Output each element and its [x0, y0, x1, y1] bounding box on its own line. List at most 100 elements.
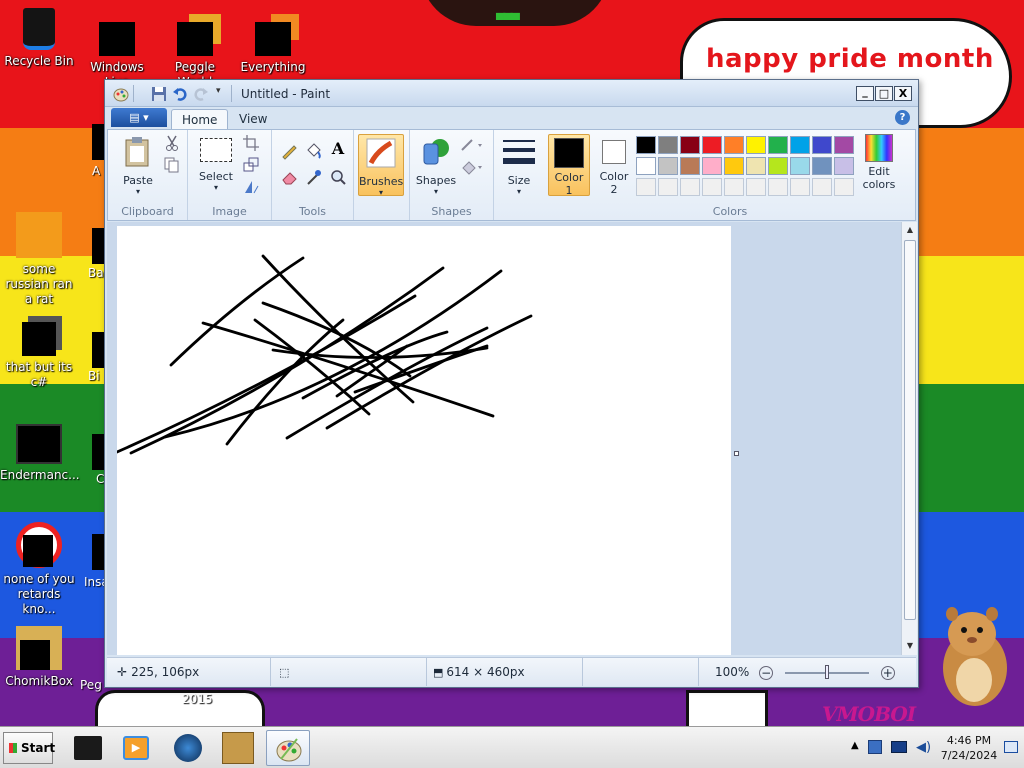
palette-swatch[interactable]: [812, 178, 832, 196]
cut-icon[interactable]: [162, 134, 182, 152]
palette-swatch[interactable]: [702, 157, 722, 175]
magnifier-icon[interactable]: [328, 168, 348, 186]
shapes-button[interactable]: Shapes ▾: [414, 136, 458, 196]
palette-swatch[interactable]: [724, 136, 744, 154]
drawing-canvas[interactable]: [117, 226, 731, 655]
ribbon-tabs: ▤ ▾ Home View ?: [105, 107, 918, 130]
palette-swatch[interactable]: [680, 136, 700, 154]
save-icon[interactable]: [151, 86, 167, 102]
palette-swatch[interactable]: [746, 157, 766, 175]
color2-button[interactable]: Color 2: [594, 137, 634, 196]
clipboard-group-label: Clipboard: [121, 205, 174, 218]
palette-swatch[interactable]: [636, 178, 656, 196]
palette-swatch[interactable]: [702, 178, 722, 196]
palette-swatch[interactable]: [812, 157, 832, 175]
taskbar-app-chomikbox[interactable]: [218, 730, 258, 766]
zoom-slider[interactable]: [784, 664, 869, 679]
palette-swatch[interactable]: [680, 157, 700, 175]
eraser-icon[interactable]: [280, 168, 300, 186]
taskbar-app-terminal[interactable]: [68, 730, 108, 766]
desktop-icon-none-of-you[interactable]: none of you retards kno...: [0, 522, 78, 617]
desktop-icon-russian-rat[interactable]: some russian ran a rat: [0, 212, 78, 307]
palette-swatch[interactable]: [768, 157, 788, 175]
fill-icon[interactable]: [460, 158, 486, 176]
redo-icon[interactable]: [193, 86, 209, 102]
text-tool-icon[interactable]: A: [328, 140, 348, 158]
palette-swatch[interactable]: [636, 136, 656, 154]
close-button[interactable]: X: [894, 86, 912, 101]
edit-colors-button[interactable]: Edit colors: [858, 134, 900, 191]
tab-view[interactable]: View: [229, 109, 277, 130]
scroll-up-icon[interactable]: ▲: [902, 222, 918, 238]
palette-swatch[interactable]: [790, 157, 810, 175]
palette-swatch[interactable]: [658, 136, 678, 154]
palette-swatch[interactable]: [768, 136, 788, 154]
minimize-button[interactable]: _: [856, 86, 874, 101]
vertical-scrollbar[interactable]: ▲ ▼: [901, 222, 917, 655]
paint-menu-button[interactable]: ▤ ▾: [111, 108, 167, 127]
monitor-icon[interactable]: [891, 741, 907, 753]
palette-swatch[interactable]: [834, 157, 854, 175]
palette-swatch[interactable]: [768, 178, 788, 196]
select-button[interactable]: Select ▾: [194, 138, 238, 192]
fill-bucket-icon[interactable]: [304, 142, 324, 160]
palette-swatch[interactable]: [834, 136, 854, 154]
pencil-icon[interactable]: [280, 142, 300, 160]
help-icon[interactable]: ?: [895, 110, 910, 125]
desktop-icon-endermanch[interactable]: Endermanc...: [0, 424, 80, 483]
size-group: Size ▾: [494, 130, 544, 220]
taskbar-app-media[interactable]: ▶: [116, 730, 156, 766]
palette-swatch[interactable]: [636, 157, 656, 175]
outline-icon[interactable]: [460, 136, 486, 154]
desktop-icon-peggle-world[interactable]: Peggle World: [156, 8, 234, 90]
show-hidden-icons-icon[interactable]: ▲: [851, 740, 859, 751]
color-picker-icon[interactable]: [304, 168, 324, 186]
start-button[interactable]: Start: [3, 732, 55, 764]
size-button[interactable]: Size ▾: [498, 136, 540, 196]
network-icon[interactable]: [868, 740, 882, 754]
taskbar-app-paint[interactable]: [266, 730, 310, 766]
desktop-icon-recycle-bin[interactable]: Recycle Bin: [0, 8, 78, 69]
paste-dropdown-icon: ▾: [135, 187, 140, 196]
desktop-icon-chomikbox[interactable]: ChomikBox: [0, 626, 78, 689]
palette-swatch[interactable]: [724, 157, 744, 175]
scroll-down-icon[interactable]: ▼: [902, 638, 918, 654]
rotate-icon[interactable]: [242, 178, 262, 196]
brushes-button[interactable]: Brushes ▾: [358, 134, 404, 197]
undo-icon[interactable]: [172, 86, 188, 102]
zoom-out-icon[interactable]: −: [759, 665, 774, 680]
clock[interactable]: 4:46 PM 7/24/2024: [939, 733, 999, 763]
palette-swatch[interactable]: [746, 178, 766, 196]
palette-swatch[interactable]: [790, 136, 810, 154]
color1-button[interactable]: Color 1: [548, 134, 590, 197]
zoom-in-icon[interactable]: +: [880, 665, 895, 680]
zoom-slider-thumb[interactable]: [824, 664, 829, 679]
palette-swatch[interactable]: [658, 157, 678, 175]
paste-button[interactable]: Paste ▾: [116, 136, 160, 196]
palette-swatch[interactable]: [702, 136, 722, 154]
palette-swatch[interactable]: [680, 178, 700, 196]
volume-icon[interactable]: ◀): [916, 740, 931, 755]
paint-titlebar[interactable]: ▾ Untitled - Paint _ □ X: [105, 80, 918, 107]
recycle-bin-icon: [23, 8, 55, 50]
tab-home[interactable]: Home: [171, 109, 229, 130]
desktop-icon-windows-live[interactable]: Windows Live: [78, 8, 156, 90]
palette-swatch[interactable]: [724, 178, 744, 196]
action-center-icon[interactable]: [1004, 741, 1018, 753]
maximize-button[interactable]: □: [875, 86, 893, 101]
crop-icon[interactable]: [242, 134, 262, 152]
taskbar-app-globe[interactable]: [168, 730, 208, 766]
palette-swatch[interactable]: [834, 178, 854, 196]
qat-customize-icon[interactable]: ▾: [216, 86, 221, 96]
copy-icon[interactable]: [162, 156, 182, 174]
palette-swatch[interactable]: [812, 136, 832, 154]
scrollbar-thumb[interactable]: [904, 240, 916, 620]
canvas-resize-handle[interactable]: [734, 451, 739, 456]
resize-icon[interactable]: [242, 156, 262, 174]
palette-swatch[interactable]: [790, 178, 810, 196]
desktop-icon-everything[interactable]: Everything: [234, 8, 312, 75]
palette-swatch[interactable]: [746, 136, 766, 154]
desktop-icon-that-but-csharp[interactable]: that but its c#: [0, 322, 78, 390]
paint-app-icon[interactable]: [113, 86, 129, 102]
palette-swatch[interactable]: [658, 178, 678, 196]
